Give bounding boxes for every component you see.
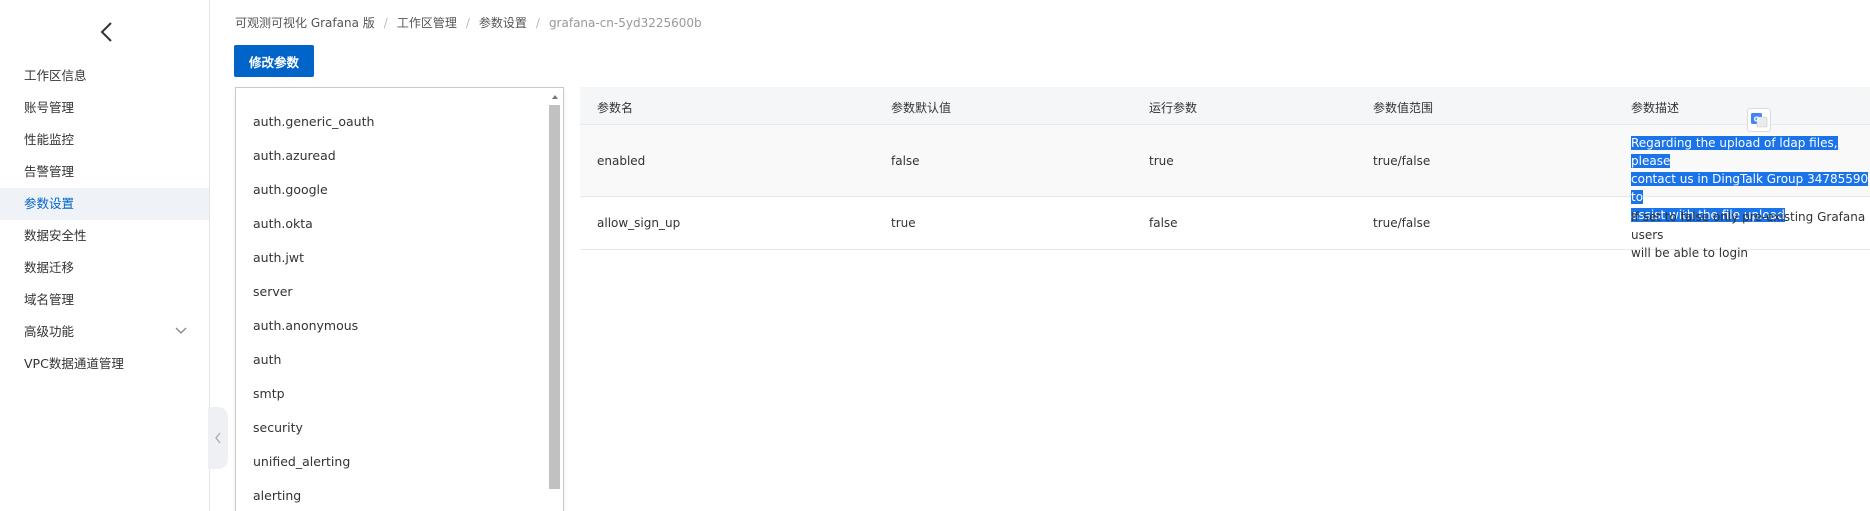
sidebar-item-data-migration[interactable]: 数据迁移 bbox=[0, 252, 209, 284]
table-row[interactable]: enabled false true true/false Regarding … bbox=[580, 125, 1870, 222]
column-header: 运行参数 bbox=[1149, 101, 1198, 115]
sidebar-item-label: 数据迁移 bbox=[24, 260, 75, 275]
list-item[interactable]: alerting bbox=[236, 479, 563, 511]
param-default: false bbox=[891, 154, 920, 168]
description-line: Regarding the upload of ldap files, plea… bbox=[1631, 136, 1838, 168]
column-header: 参数名 bbox=[597, 101, 634, 115]
chevron-down-icon bbox=[175, 327, 187, 334]
parameter-section-list[interactable]: auth.generic_oauth auth.azuread auth.goo… bbox=[235, 87, 564, 511]
sidebar-item-label: VPC数据通道管理 bbox=[24, 356, 124, 371]
param-range: true/false bbox=[1373, 154, 1431, 168]
sidebar-item-label: 高级功能 bbox=[24, 324, 75, 339]
param-name: enabled bbox=[597, 154, 646, 168]
scroll-thumb[interactable] bbox=[549, 105, 560, 489]
sidebar-item-vpc-channel[interactable]: VPC数据通道管理 bbox=[0, 348, 209, 380]
table-row[interactable]: allow_sign_up true false true/false If s… bbox=[580, 197, 1870, 260]
list-item[interactable]: unified_alerting bbox=[236, 445, 563, 479]
sidebar-nav: 工作区信息 账号管理 性能监控 告警管理 参数设置 数据安全性 数据迁移 域名管… bbox=[0, 60, 209, 380]
breadcrumb-item[interactable]: 参数设置 bbox=[479, 14, 527, 31]
sidebar-item-label: 数据安全性 bbox=[24, 228, 87, 243]
param-description: If set to false only pre-existing Grafan… bbox=[1631, 208, 1870, 262]
chevron-left-icon bbox=[100, 22, 112, 42]
param-default: true bbox=[891, 216, 916, 230]
column-header: 参数值范围 bbox=[1373, 101, 1434, 115]
chevron-left-icon bbox=[215, 432, 221, 444]
sidebar-item-label: 告警管理 bbox=[24, 164, 75, 179]
sidebar-item-accounts[interactable]: 账号管理 bbox=[0, 92, 209, 124]
breadcrumb-separator: / bbox=[535, 15, 540, 30]
google-translate-icon: G bbox=[1751, 113, 1768, 128]
breadcrumb-current: grafana-cn-5yd3225600b bbox=[548, 15, 702, 30]
list-item[interactable]: auth.jwt bbox=[236, 241, 563, 275]
sidebar-item-performance[interactable]: 性能监控 bbox=[0, 124, 209, 156]
sidebar-item-label: 域名管理 bbox=[24, 292, 75, 307]
list-item[interactable]: security bbox=[236, 411, 563, 445]
sidebar-item-label: 参数设置 bbox=[24, 196, 75, 211]
list-item[interactable]: auth.okta bbox=[236, 207, 563, 241]
sidebar-item-alerts[interactable]: 告警管理 bbox=[0, 156, 209, 188]
list-item[interactable]: auth bbox=[236, 343, 563, 377]
breadcrumb-item[interactable]: 可观测可视化 Grafana 版 bbox=[235, 14, 375, 31]
breadcrumb: 可观测可视化 Grafana 版 / 工作区管理 / 参数设置 / grafan… bbox=[235, 14, 702, 31]
breadcrumb-separator: / bbox=[465, 15, 470, 30]
list-item[interactable]: smtp bbox=[236, 377, 563, 411]
parameter-table: 参数名 参数默认值 运行参数 参数值范围 参数描述 enabled false … bbox=[580, 87, 1870, 260]
scroll-up-button[interactable] bbox=[548, 89, 561, 104]
scrollbar[interactable] bbox=[548, 89, 561, 511]
list-item[interactable]: auth.azuread bbox=[236, 139, 563, 173]
param-name: allow_sign_up bbox=[597, 216, 681, 230]
sidebar-item-advanced[interactable]: 高级功能 bbox=[0, 316, 209, 348]
breadcrumb-separator: / bbox=[383, 15, 388, 30]
modify-parameters-button[interactable]: 修改参数 bbox=[234, 45, 314, 77]
sidebar-item-label: 账号管理 bbox=[24, 100, 75, 115]
sidebar-item-label: 性能监控 bbox=[24, 132, 75, 147]
list-item[interactable]: auth.google bbox=[236, 173, 563, 207]
sidebar-item-label: 工作区信息 bbox=[24, 68, 87, 83]
sidebar-collapse-handle[interactable] bbox=[208, 407, 228, 469]
breadcrumb-item[interactable]: 工作区管理 bbox=[397, 14, 457, 31]
column-header: 参数默认值 bbox=[891, 101, 952, 115]
sidebar: 工作区信息 账号管理 性能监控 告警管理 参数设置 数据安全性 数据迁移 域名管… bbox=[0, 0, 210, 511]
param-running: true bbox=[1149, 154, 1174, 168]
description-line: If set to false only pre-existing Grafan… bbox=[1631, 210, 1866, 242]
table-header: 参数名 参数默认值 运行参数 参数值范围 参数描述 bbox=[580, 87, 1870, 125]
sidebar-item-domains[interactable]: 域名管理 bbox=[0, 284, 209, 316]
list-item[interactable]: server bbox=[236, 275, 563, 309]
sidebar-item-data-security[interactable]: 数据安全性 bbox=[0, 220, 209, 252]
translate-icon[interactable]: G bbox=[1747, 108, 1771, 132]
svg-text:G: G bbox=[1754, 116, 1760, 124]
caret-up-icon bbox=[551, 94, 558, 99]
description-line: will be able to login bbox=[1631, 246, 1749, 260]
sidebar-item-parameters[interactable]: 参数设置 bbox=[0, 188, 209, 220]
list-item[interactable]: auth.generic_oauth bbox=[236, 105, 563, 139]
param-range: true/false bbox=[1373, 216, 1431, 230]
list-item[interactable]: auth.anonymous bbox=[236, 309, 563, 343]
param-running: false bbox=[1149, 216, 1178, 230]
sidebar-item-workspace-info[interactable]: 工作区信息 bbox=[0, 60, 209, 92]
back-button[interactable] bbox=[92, 18, 120, 46]
